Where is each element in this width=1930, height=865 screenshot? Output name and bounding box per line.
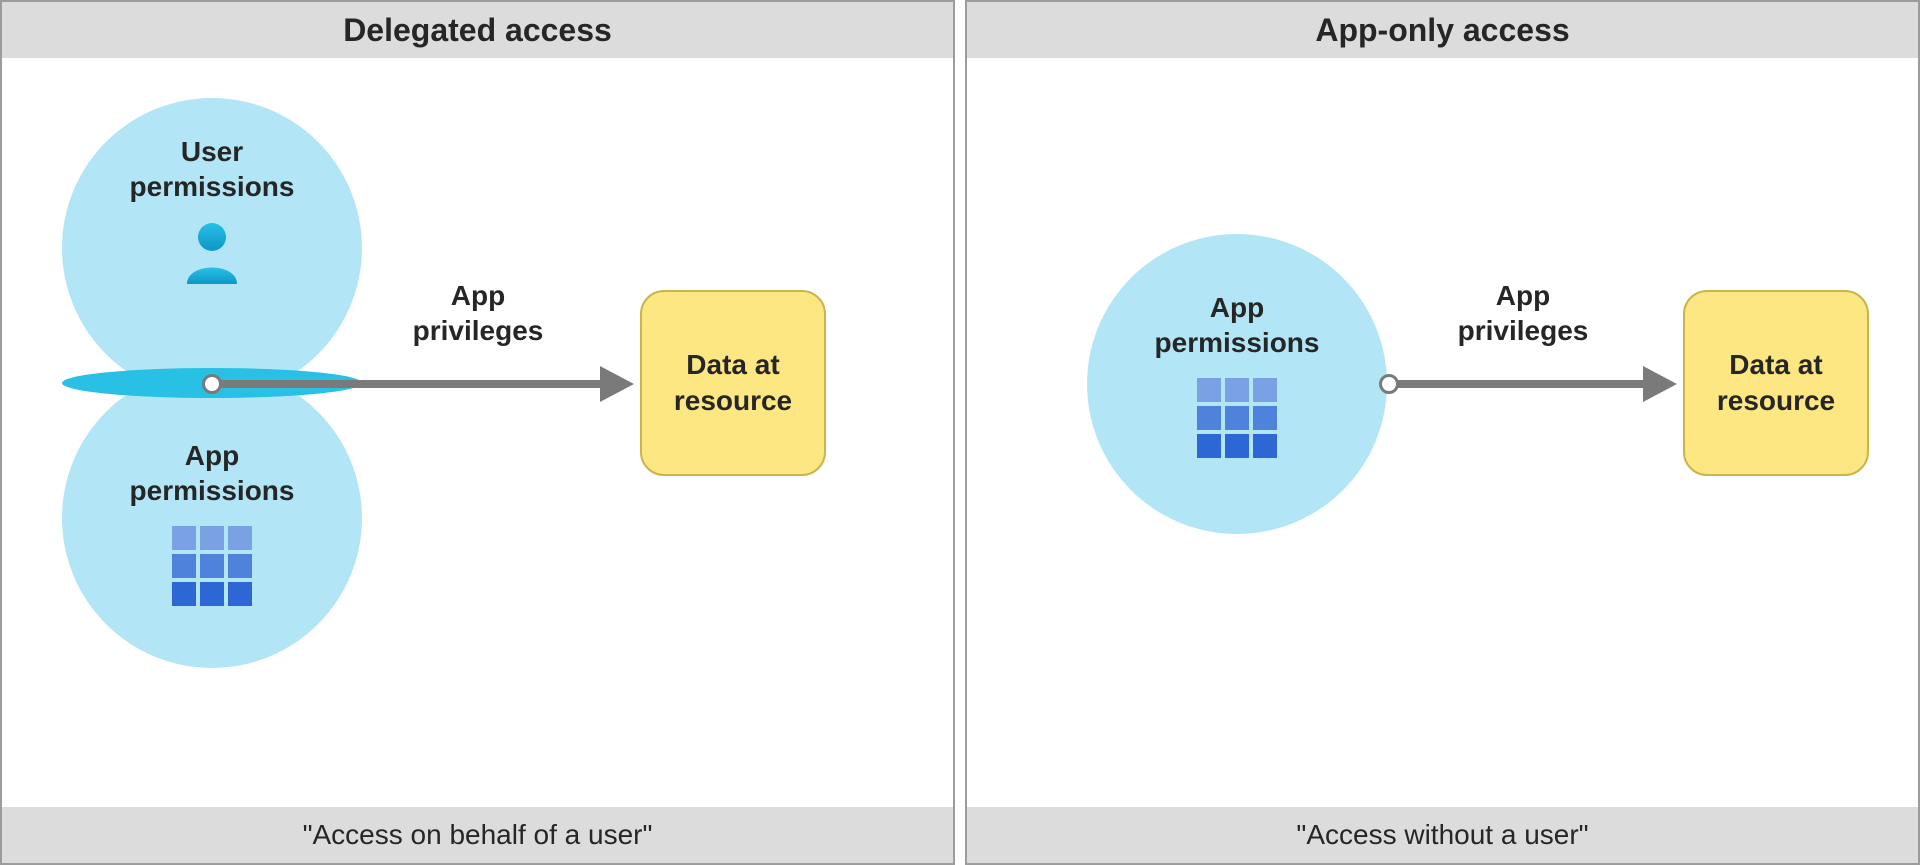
arrow-origin-dot bbox=[202, 374, 222, 394]
panel-caption-app-only: "Access without a user" bbox=[967, 807, 1918, 863]
diagram-app-only: Apppermissions Appprivileges Data atreso… bbox=[967, 58, 1918, 807]
panel-caption-delegated: "Access on behalf of a user" bbox=[2, 807, 953, 863]
app-grid-icon bbox=[172, 526, 252, 606]
app-permissions-label-left: Apppermissions bbox=[130, 438, 295, 508]
arrow-label-right: Appprivileges bbox=[1433, 278, 1613, 348]
panel-title-delegated: Delegated access bbox=[2, 2, 953, 58]
user-icon bbox=[183, 220, 241, 284]
data-at-resource-box-right: Data atresource bbox=[1683, 290, 1869, 476]
diagram-delegated: Userpermissions Apppermissions bbox=[2, 58, 953, 807]
user-permissions-label: Userpermissions bbox=[130, 134, 295, 204]
data-at-resource-box-left: Data atresource bbox=[640, 290, 826, 476]
arrow-head-icon bbox=[1643, 366, 1677, 402]
panel-title-app-only: App-only access bbox=[967, 2, 1918, 58]
data-box-label-right: Data atresource bbox=[1717, 347, 1835, 420]
arrow-shaft bbox=[1397, 380, 1645, 388]
app-permissions-label-right: Apppermissions bbox=[1155, 290, 1320, 360]
arrow-origin-dot bbox=[1379, 374, 1399, 394]
circle-app-permissions: Apppermissions bbox=[62, 368, 362, 668]
circle-app-permissions-only: Apppermissions bbox=[1087, 234, 1387, 534]
data-box-label-left: Data atresource bbox=[674, 347, 792, 420]
app-grid-icon bbox=[1197, 378, 1277, 458]
panel-delegated-access: Delegated access Userpermissions Appperm… bbox=[0, 0, 955, 865]
panel-app-only-access: App-only access Apppermissions Appprivil… bbox=[965, 0, 1920, 865]
arrow-shaft bbox=[220, 380, 602, 388]
circle-user-permissions: Userpermissions bbox=[62, 98, 362, 398]
arrow-head-icon bbox=[600, 366, 634, 402]
arrow-label-left: Appprivileges bbox=[388, 278, 568, 348]
